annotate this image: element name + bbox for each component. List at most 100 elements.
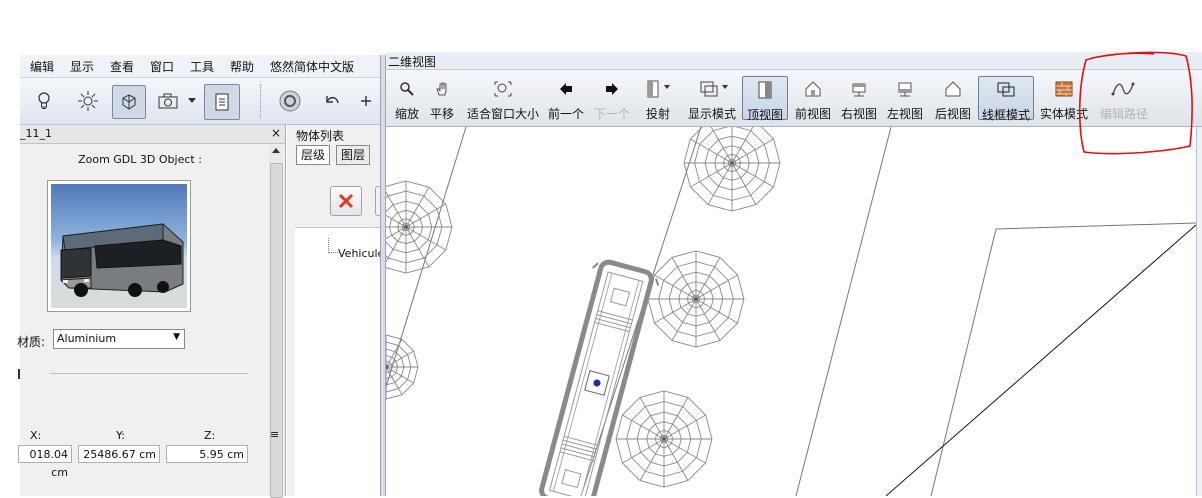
view2d-canvas[interactable] bbox=[386, 127, 1196, 496]
menu-language[interactable]: 悠然简体中文版 bbox=[270, 58, 354, 75]
tool-fit-window-label: 适合窗口大小 bbox=[466, 107, 539, 121]
tool-left-view[interactable]: 左视图 bbox=[884, 76, 926, 121]
document-icon[interactable] bbox=[204, 84, 240, 120]
scrollbar-thumb[interactable] bbox=[270, 163, 283, 498]
tool-display-mode-label: 显示模式 bbox=[687, 107, 736, 121]
solid-mode-icon bbox=[1055, 81, 1073, 97]
fit-window-icon bbox=[494, 81, 512, 97]
tool-back-view-label: 后视图 bbox=[934, 107, 971, 121]
tool-left-view-label: 左视图 bbox=[886, 107, 923, 121]
close-icon[interactable]: × bbox=[271, 126, 281, 140]
cube-icon[interactable] bbox=[112, 85, 146, 119]
object-properties-panel: _11_1 × Zoom GDL 3D Object : 材质: Alumini… bbox=[17, 125, 286, 498]
main-toolbar bbox=[20, 78, 380, 125]
material-value: Aluminium bbox=[57, 332, 117, 345]
tool-zoom[interactable]: 缩放 bbox=[392, 76, 422, 121]
object-list-title: 物体列表 bbox=[296, 129, 345, 143]
front-view-icon bbox=[805, 81, 821, 97]
menu-bar: 编辑 显示 查看 窗口 工具 帮助 悠然简体中文版 bbox=[20, 55, 380, 78]
menu-tools[interactable]: 工具 bbox=[190, 58, 214, 75]
y-label: Y: bbox=[116, 429, 125, 442]
tool-pan[interactable]: 平移 bbox=[426, 76, 458, 121]
display-mode-icon bbox=[700, 81, 728, 97]
menu-lines-icon[interactable]: ≡ bbox=[270, 428, 279, 441]
tool-display-mode[interactable]: 显示模式 bbox=[686, 76, 738, 121]
tool-top-view[interactable]: 顶视图 bbox=[742, 76, 788, 122]
tool-pan-label: 平移 bbox=[429, 107, 454, 121]
object-list-panel: 物体列表 层级 图层 Vehicule_ bbox=[287, 125, 390, 497]
tool-projection[interactable]: 投射 bbox=[640, 76, 676, 121]
wireframe-icon bbox=[997, 82, 1015, 97]
bus-top-view bbox=[539, 259, 660, 496]
tool-previous-label: 前一个 bbox=[547, 107, 584, 121]
view2d-title: 二维视图 bbox=[388, 55, 437, 69]
panel-tab-title: _11_1 bbox=[20, 127, 52, 140]
dropdown-arrow-icon[interactable] bbox=[184, 87, 200, 115]
arrow-right-icon bbox=[606, 83, 618, 95]
tool-top-view-label: 顶视图 bbox=[746, 108, 783, 122]
x-field[interactable]: 018.04 cm bbox=[18, 445, 72, 479]
tree-wireframe bbox=[683, 127, 781, 212]
tree-wireframe bbox=[647, 250, 745, 348]
tool-back-view[interactable]: 后视图 bbox=[932, 76, 974, 121]
menu-edit[interactable]: 编辑 bbox=[30, 58, 54, 75]
camera-icon[interactable] bbox=[154, 87, 182, 115]
canvas-scrollbar[interactable] bbox=[1196, 127, 1202, 496]
tool-front-view-label: 前视图 bbox=[794, 107, 831, 121]
scene-line-dark bbox=[885, 224, 1196, 496]
material-select[interactable]: Aluminium ▼ bbox=[53, 329, 185, 349]
undo-icon[interactable] bbox=[318, 87, 346, 115]
scene-line bbox=[930, 228, 997, 496]
delete-button[interactable] bbox=[330, 186, 362, 216]
right-view-icon bbox=[852, 83, 866, 97]
scroll-up-icon[interactable] bbox=[272, 148, 280, 153]
tool-next[interactable]: 下一个 bbox=[592, 76, 632, 121]
z-field[interactable]: 5.95 cm bbox=[166, 445, 248, 463]
projection-icon bbox=[647, 80, 670, 98]
red-annotation-circle bbox=[1078, 51, 1193, 155]
tool-fit-window[interactable]: 适合窗口大小 bbox=[462, 76, 544, 121]
tool-right-view[interactable]: 右视图 bbox=[838, 76, 880, 121]
menu-help[interactable]: 帮助 bbox=[230, 58, 254, 75]
zoom-icon bbox=[400, 82, 414, 96]
tool-front-view[interactable]: 前视图 bbox=[792, 76, 834, 121]
lightbulb-icon[interactable] bbox=[30, 87, 58, 115]
tree-wireframe bbox=[386, 334, 419, 400]
delete-x-icon bbox=[338, 193, 354, 209]
tool-next-label: 下一个 bbox=[593, 107, 630, 121]
panel-scrollbar[interactable] bbox=[269, 145, 283, 498]
toolbar-separator bbox=[260, 84, 263, 118]
tool-wireframe-label: 线框模式 bbox=[981, 108, 1030, 122]
section-divider bbox=[50, 373, 248, 374]
pan-hand-icon bbox=[436, 82, 447, 96]
material-label: 材质: bbox=[17, 335, 46, 349]
panel-header: _11_1 × bbox=[20, 125, 285, 144]
bus-preview-icon bbox=[59, 223, 184, 297]
tree-wireframe bbox=[615, 390, 713, 488]
top-view-icon bbox=[758, 81, 772, 99]
redo-icon[interactable] bbox=[356, 87, 376, 115]
tool-wireframe[interactable]: 线框模式 bbox=[978, 76, 1034, 122]
object-tree: Vehicule_ bbox=[295, 227, 390, 497]
menu-view[interactable]: 查看 bbox=[110, 58, 134, 75]
blank-top-area bbox=[0, 0, 1202, 55]
menu-window[interactable]: 窗口 bbox=[150, 58, 174, 75]
tree-wireframe bbox=[386, 180, 453, 274]
x-label: X: bbox=[30, 429, 42, 442]
z-label: Z: bbox=[204, 429, 216, 442]
sun-icon[interactable] bbox=[74, 87, 102, 115]
tree-connector bbox=[328, 238, 338, 253]
arrow-left-icon bbox=[560, 83, 572, 95]
tab-hierarchy[interactable]: 层级 bbox=[296, 145, 331, 165]
tool-projection-label: 投射 bbox=[645, 107, 670, 121]
tool-previous[interactable]: 前一个 bbox=[546, 76, 586, 121]
wireframe-scene bbox=[386, 127, 1196, 496]
tab-layers[interactable]: 图层 bbox=[336, 145, 371, 165]
scene-line bbox=[995, 222, 1196, 230]
object-preview-image bbox=[47, 180, 191, 312]
menu-display[interactable]: 显示 bbox=[70, 58, 94, 75]
left-view-icon bbox=[898, 82, 912, 97]
back-view-icon bbox=[945, 81, 961, 97]
y-field[interactable]: 25486.67 cm bbox=[78, 445, 160, 463]
orbit-icon[interactable] bbox=[276, 87, 304, 115]
